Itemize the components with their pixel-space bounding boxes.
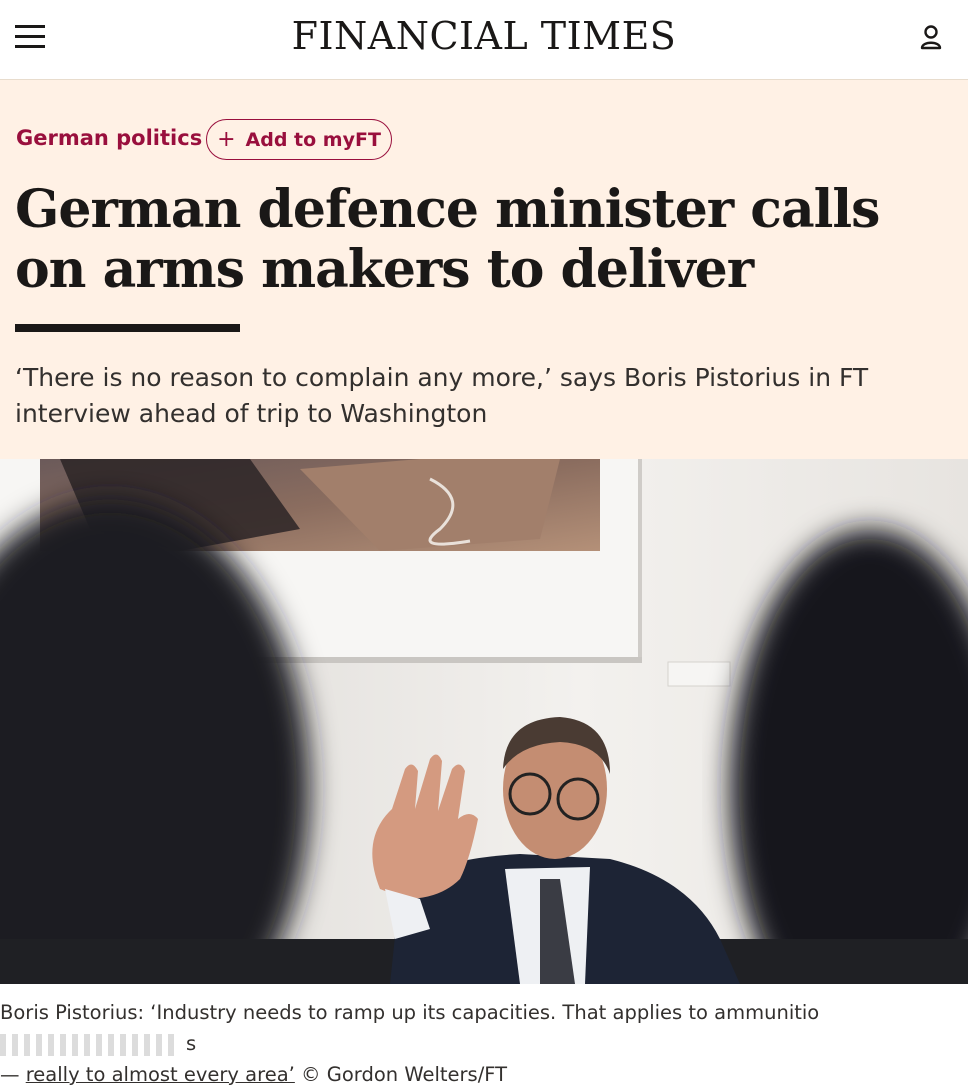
headline-divider — [15, 324, 240, 332]
user-icon[interactable] — [920, 24, 942, 50]
photo-caption: Boris Pistorius: ‘Industry needs to ramp… — [0, 997, 966, 1090]
caption-text: Boris Pistorius: ‘Industry needs to ramp… — [0, 1001, 820, 1024]
site-logo[interactable]: FINANCIAL TIMES — [0, 14, 968, 58]
caption-redaction — [0, 1033, 180, 1056]
add-to-myft-button[interactable]: + Add to myFT — [206, 119, 392, 160]
photo-credit: © Gordon Welters/FT — [294, 1063, 508, 1086]
article-photo — [0, 459, 968, 984]
plus-icon: + — [217, 126, 236, 152]
article-standfirst: ‘There is no reason to complain any more… — [15, 363, 869, 428]
top-navigation-bar: FINANCIAL TIMES — [0, 0, 968, 80]
add-to-myft-label: Add to myFT — [245, 128, 381, 151]
article-headline: German defence minister calls on arms ma… — [15, 179, 880, 300]
caption-text-cont: s — [186, 1032, 197, 1055]
topic-link[interactable]: German politics — [16, 126, 202, 150]
caption-text-line2: really to almost every area’ — [25, 1063, 295, 1086]
hamburger-menu-icon[interactable] — [15, 25, 45, 49]
caption-dash: — — [0, 1063, 26, 1086]
